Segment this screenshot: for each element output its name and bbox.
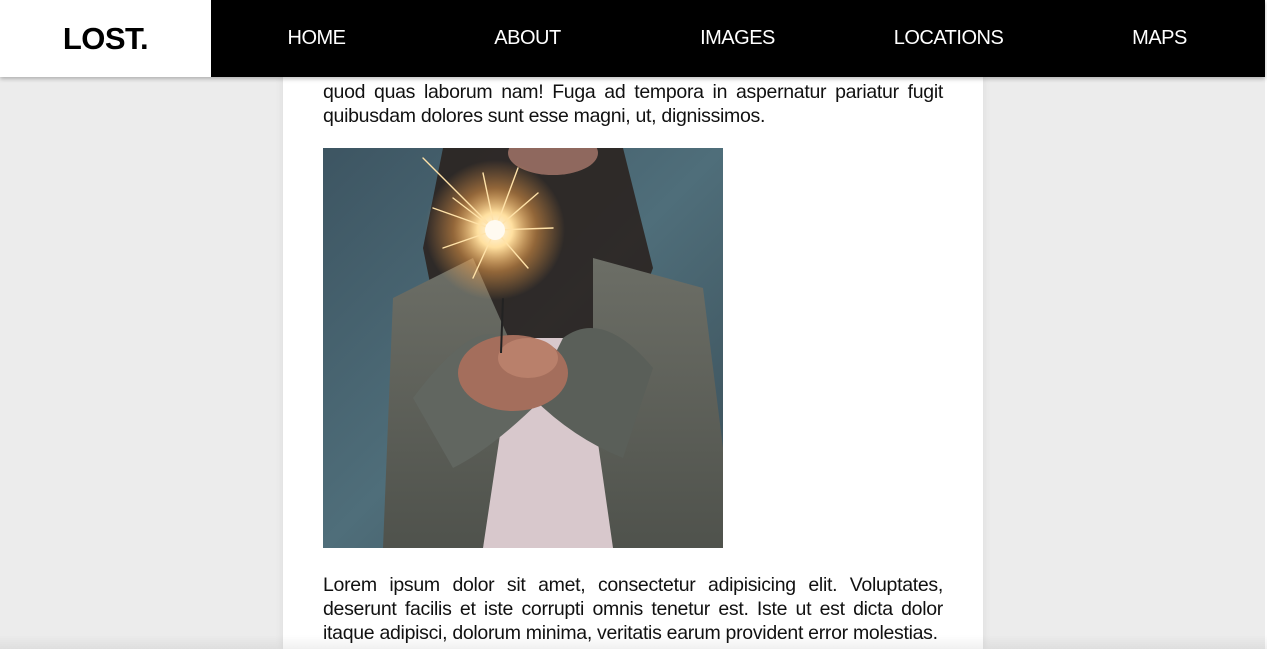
nav-item-images[interactable]: IMAGES [632,0,843,77]
article-container: quod quas laborum nam! Fuga ad tempora i… [283,0,983,649]
top-navbar: LOST. HOME ABOUT IMAGES LOCATIONS MAPS [0,0,1265,77]
nav-item-maps[interactable]: MAPS [1054,0,1265,77]
nav-item-home[interactable]: HOME [211,0,422,77]
logo-link[interactable]: LOST. [0,0,211,77]
sparkler-photo [323,148,723,548]
article-paragraph: Lorem ipsum dolor sit amet, consectetur … [323,574,943,644]
article-paragraph: quod quas laborum nam! Fuga ad tempora i… [323,81,943,127]
nav-item-locations[interactable]: LOCATIONS [843,0,1054,77]
nav-item-about[interactable]: ABOUT [422,0,633,77]
site-logo: LOST. [62,20,149,56]
